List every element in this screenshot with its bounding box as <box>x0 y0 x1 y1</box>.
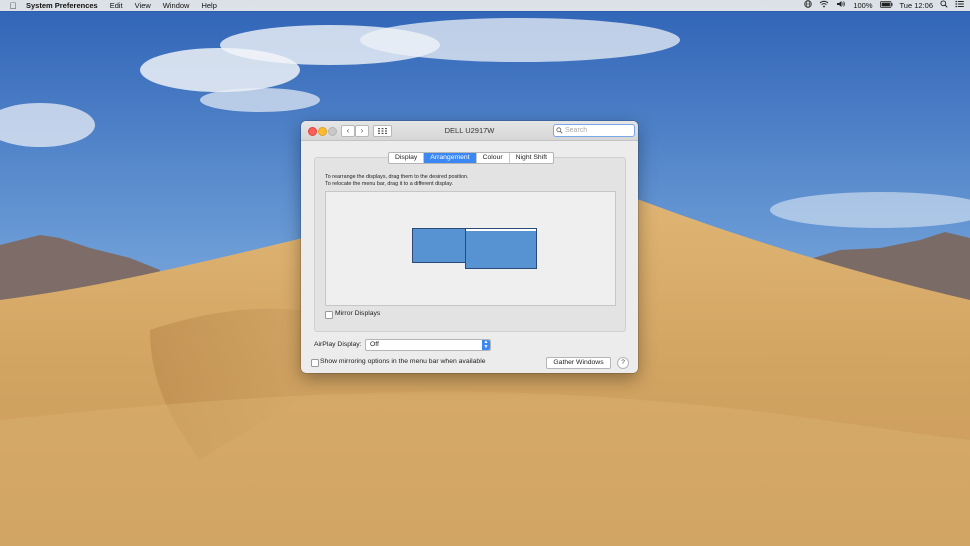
airplay-display-label: AirPlay Display: <box>314 341 362 348</box>
title-bar[interactable]: DELL U2917W ‹ › Search <box>301 121 638 141</box>
tab-arrangement[interactable]: Arrangement <box>424 153 477 163</box>
volume-icon[interactable] <box>836 0 846 11</box>
display-thumbnail-secondary[interactable] <box>412 228 466 263</box>
show-mirroring-checkbox[interactable] <box>311 359 319 367</box>
updown-chevron-icon: ▲ ▼ <box>482 339 490 350</box>
display-arrangement-area <box>325 191 616 306</box>
show-all-button[interactable] <box>373 125 392 137</box>
chevron-right-icon: › <box>360 126 364 135</box>
search-input[interactable]: Search <box>553 124 635 137</box>
battery-percent[interactable]: 100% <box>853 0 872 11</box>
wifi-icon[interactable] <box>819 0 829 11</box>
spotlight-icon[interactable] <box>940 0 948 11</box>
instructions-line-2: To relocate the menu bar, drag it to a d… <box>325 181 454 187</box>
menu-bar-handle[interactable] <box>465 228 537 231</box>
arrangement-instructions: To rearrange the displays, drag them to … <box>325 174 469 188</box>
mirror-displays-label: Mirror Displays <box>335 310 381 317</box>
show-mirroring-label: Show mirroring options in the menu bar w… <box>320 358 486 365</box>
tab-night-shift[interactable]: Night Shift <box>510 153 553 163</box>
gather-windows-button[interactable]: Gather Windows <box>546 357 611 369</box>
apple-menu-icon[interactable]:  <box>0 1 26 11</box>
displays-preferences-window: DELL U2917W ‹ › Search Display Arrangeme… <box>301 121 638 373</box>
chevron-left-icon: ‹ <box>346 126 350 135</box>
search-icon <box>556 125 563 138</box>
clock[interactable]: Tue 12:06 <box>900 0 934 11</box>
menu-window[interactable]: Window <box>157 0 196 11</box>
grid-icon <box>378 128 387 134</box>
tab-bar: Display Arrangement Colour Night Shift <box>388 152 554 164</box>
battery-icon[interactable] <box>879 0 893 11</box>
menu-bar:  System Preferences Edit View Window He… <box>0 0 970 11</box>
instructions-line-1: To rearrange the displays, drag them to … <box>325 174 469 180</box>
menu-app-name[interactable]: System Preferences <box>26 0 104 11</box>
help-button[interactable]: ? <box>617 357 629 369</box>
menu-view[interactable]: View <box>129 0 157 11</box>
display-thumbnail-main[interactable] <box>465 228 537 269</box>
globe-icon[interactable] <box>804 0 813 11</box>
search-placeholder: Search <box>565 127 588 134</box>
mirror-displays-checkbox[interactable] <box>325 311 333 319</box>
forward-button[interactable]: › <box>355 125 369 137</box>
menu-help[interactable]: Help <box>195 0 222 11</box>
airplay-selected-value: Off <box>370 341 379 348</box>
airplay-display-select[interactable]: Off ▲ ▼ <box>365 339 491 351</box>
tab-colour[interactable]: Colour <box>477 153 510 163</box>
back-button[interactable]: ‹ <box>341 125 355 137</box>
notification-center-icon[interactable] <box>955 0 964 11</box>
menu-edit[interactable]: Edit <box>104 0 129 11</box>
tab-display[interactable]: Display <box>389 153 425 163</box>
